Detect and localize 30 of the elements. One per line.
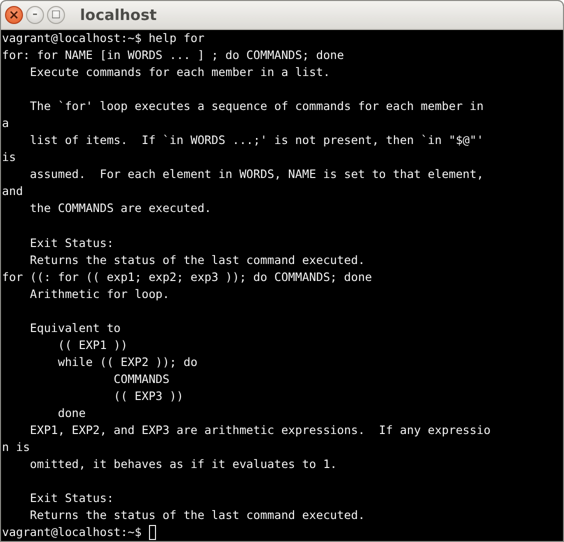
- output-line: for: for NAME [in WORDS ... ] ; do COMMANDS; done: [2, 47, 344, 64]
- output-line: and: [2, 183, 23, 200]
- output-line: list of items. If `in WORDS ...;' is not present, then `in "$@"': [28, 132, 484, 150]
- output-line: EXP1, EXP2, and EXP3 are arithmetic expressions. If any expressio: [28, 422, 491, 440]
- maximize-button[interactable]: □: [47, 6, 65, 24]
- close-button[interactable]: ×: [5, 6, 23, 24]
- output-line: is: [2, 149, 16, 166]
- output-line: Returns the status of the last command executed.: [28, 252, 365, 269]
- prompt-line: vagrant@localhost:~$ help for: [2, 30, 204, 47]
- output-line: a: [2, 115, 9, 132]
- output-line: assumed. For each element in WORDS, NAME is set to that element,: [28, 166, 484, 184]
- output-line: done: [56, 405, 86, 422]
- minimize-button[interactable]: –: [26, 6, 44, 24]
- output-line: COMMANDS: [112, 370, 170, 388]
- window-title: localhost: [80, 6, 157, 24]
- output-line: Exit Status:: [28, 234, 114, 252]
- prompt-line: vagrant@localhost:~$: [2, 524, 143, 541]
- output-line: Execute commands for each member in a list.: [28, 64, 330, 82]
- output-line: omitted, it behaves as if it evaluates to 1.: [28, 456, 338, 474]
- output-line: n is: [2, 439, 30, 456]
- output-line: Exit Status:: [28, 490, 114, 508]
- output-line: Equivalent to: [28, 320, 121, 337]
- output-line: while (( EXP2 )); do: [56, 354, 198, 371]
- output-line: Arithmetic for loop.: [28, 286, 170, 303]
- output-line: (( EXP1 )): [56, 336, 128, 354]
- output-line: Returns the status of the last command executed.: [28, 507, 365, 524]
- output-line: for ((: for (( exp1; exp2; exp3 )); do COMMANDS; done: [2, 268, 372, 286]
- output-line: the COMMANDS are executed.: [28, 200, 212, 218]
- output-line: The `for' loop executes a sequence of commands for each member in: [28, 98, 484, 116]
- output-line: (( EXP3 )): [112, 388, 184, 405]
